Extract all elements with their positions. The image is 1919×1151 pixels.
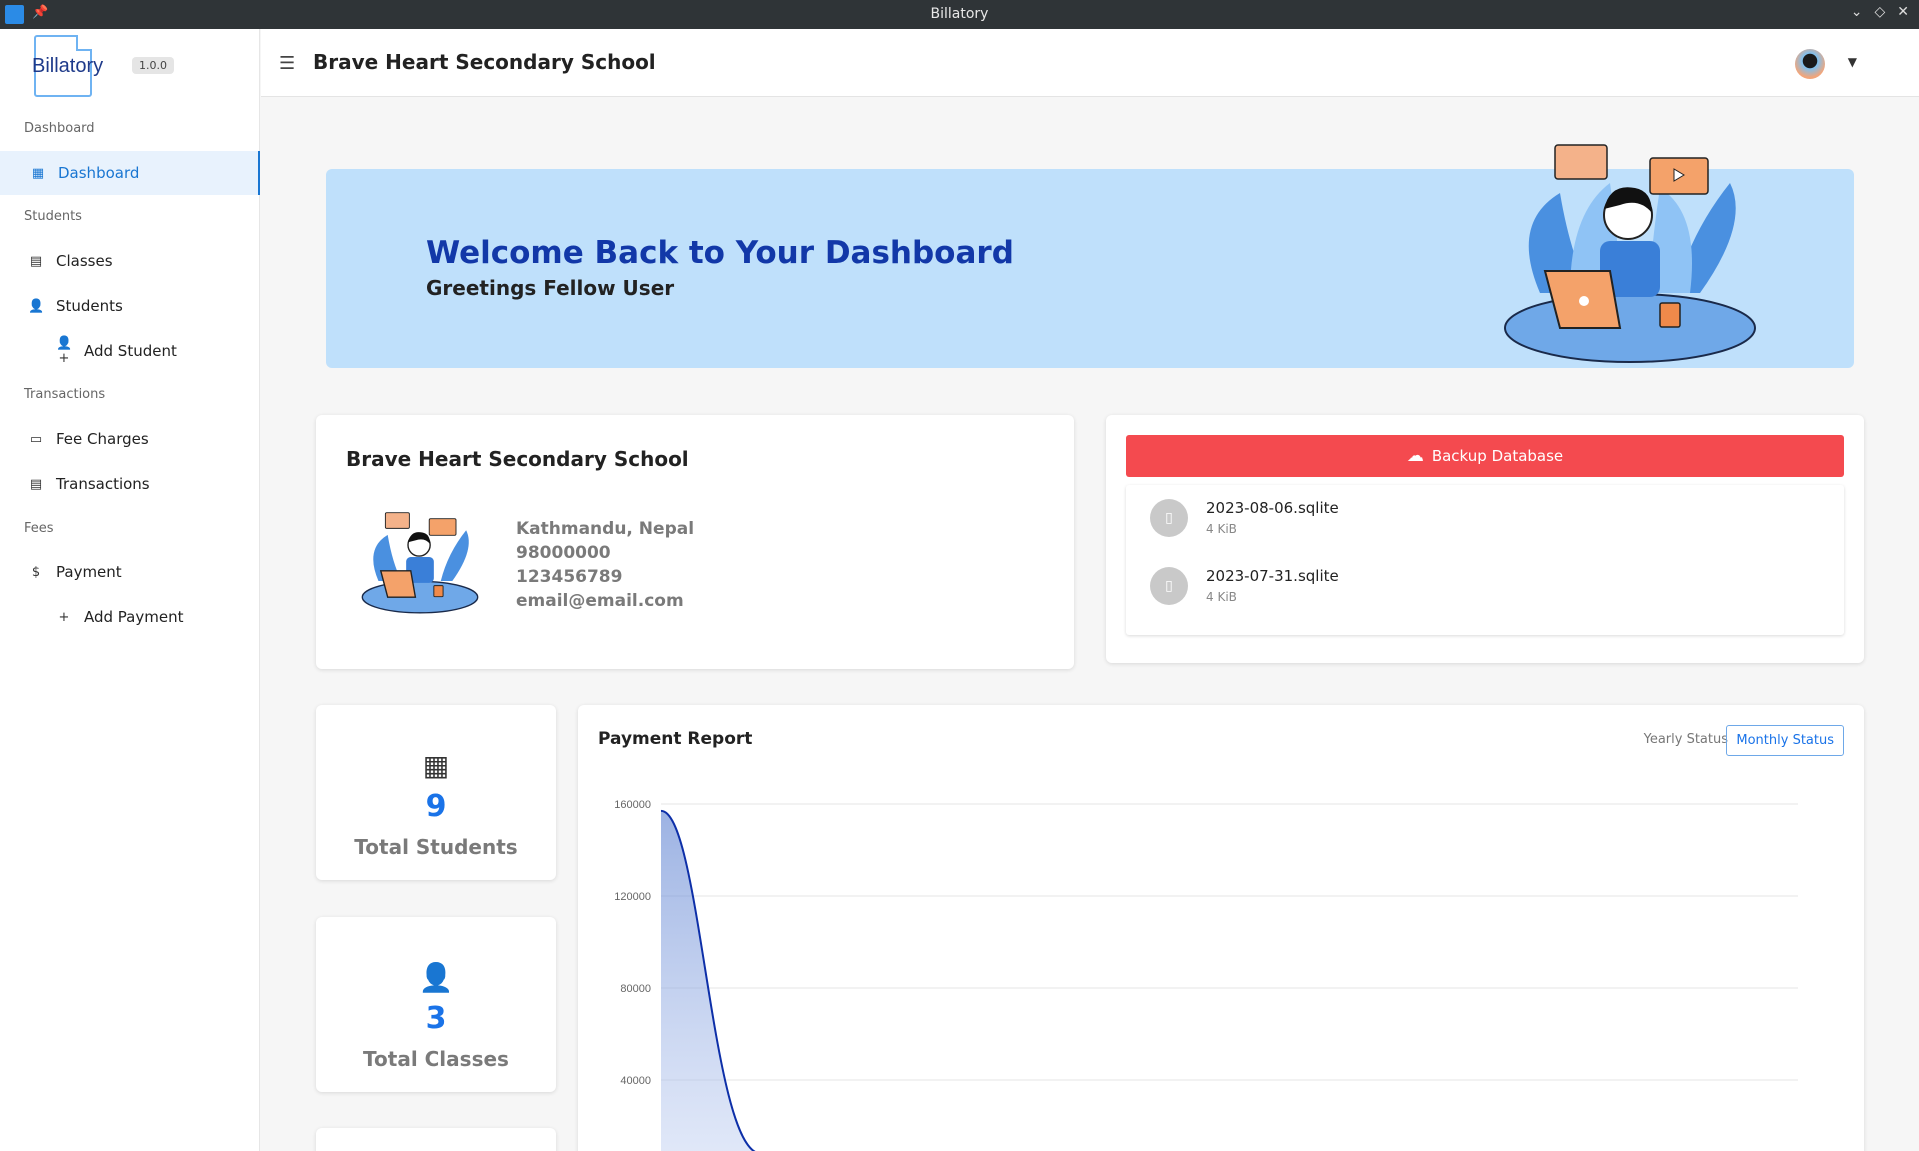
section-students: Students [24,209,82,224]
series-area [661,810,754,1151]
sidebar-item-label: Payment [56,563,122,581]
receipt-icon: ▤ [29,476,43,492]
y-tick-label: 80000 [620,983,651,995]
page-title: Brave Heart Secondary School [313,50,656,74]
sidebar-item-dashboard[interactable]: ▦ Dashboard [0,151,260,195]
section-fees: Fees [24,521,54,536]
total-classes-card: 👤 3 Total Classes [316,917,556,1092]
file-size: 4 KiB [1206,590,1237,604]
building-icon: ▦ [422,749,450,782]
list-item[interactable]: ▯ 2023-08-06.sqlite 4 KiB [1126,485,1844,545]
greeting-text: Greetings Fellow User [426,276,675,300]
sidebar-item-fee-charges[interactable]: ▭ Fee Charges [0,417,260,461]
total-students-label: Total Students [354,835,518,859]
section-dashboard: Dashboard [24,121,95,136]
school-card-title: Brave Heart Secondary School [346,447,689,471]
sidebar-item-label: Add Student [84,342,177,360]
cloud-upload-icon: ☁ [1406,446,1424,466]
sidebar-item-add-payment[interactable]: + Add Payment [0,595,260,639]
person-add-icon: 👤+ [56,336,73,366]
school-pan: 123456789 [516,567,623,587]
sidebar-item-classes[interactable]: ▤ Classes [0,239,260,283]
school-logo-illustration [361,512,479,614]
sidebar-item-label: Students [56,297,123,315]
list-item[interactable]: ▯ 2023-07-31.sqlite 4 KiB [1126,553,1844,613]
sidebar-item-label: Fee Charges [56,430,149,448]
payment-report-card: Payment Report Yearly Status Monthly Sta… [578,705,1864,1151]
sidebar-item-label: Transactions [56,475,150,493]
school-info-card: Brave Heart Secondary School Kathmandu, … [316,415,1074,669]
caret-down-icon[interactable]: ▼ [1848,55,1857,69]
top-header: ☰ Brave Heart Secondary School ▼ [261,29,1919,97]
sidebar-item-label: Classes [56,252,113,270]
total-students-card: ▦ 9 Total Students [316,705,556,880]
backup-file-list: ▯ 2023-08-06.sqlite 4 KiB ▯ 2023-07-31.s… [1126,485,1844,635]
person-icon: 👤 [418,961,454,994]
total-classes-label: Total Classes [363,1047,509,1071]
file-name: 2023-07-31.sqlite [1206,567,1339,585]
window-title: Billatory [930,6,989,22]
sidebar-item-students[interactable]: 👤 Students [0,284,260,328]
dashboard-icon: ▦ [31,165,45,181]
sidebar-item-label: Add Payment [84,608,184,626]
file-size: 4 KiB [1206,522,1237,536]
y-tick-label: 40000 [620,1075,651,1087]
card-icon: ▭ [29,431,43,447]
sidebar-item-payment[interactable]: $ Payment [0,550,260,594]
building-icon: ▤ [29,253,43,269]
total-classes-value: 3 [425,1001,447,1036]
window-titlebar: 📌 Billatory ⌄ ◇ ✕ [0,0,1919,29]
brand-logo[interactable]: Billatory [32,35,103,99]
file-icon: ▯ [1150,499,1188,537]
total-students-value: 9 [425,789,447,824]
file-name: 2023-08-06.sqlite [1206,499,1339,517]
welcome-heading: Welcome Back to Your Dashboard [426,235,1014,271]
backup-database-button[interactable]: ☁ Backup Database [1126,435,1844,477]
file-icon: ▯ [1150,567,1188,605]
backup-button-label: Backup Database [1431,447,1564,465]
close-icon[interactable]: ✕ [1897,4,1909,20]
payment-chart: 160000 120000 80000 40000 [614,799,1798,1151]
y-tick-label: 120000 [614,891,651,903]
person-icon: 👤 [28,298,45,314]
stat-card [316,1128,556,1151]
sidebar-item-transactions[interactable]: ▤ Transactions [0,462,260,506]
sidebar-item-add-student[interactable]: 👤+ Add Student [0,329,260,373]
section-transactions: Transactions [24,387,106,402]
dollar-icon: $ [31,564,41,580]
school-email: email@email.com [516,591,684,611]
version-badge: 1.0.0 [132,57,174,74]
brand-name: Billatory [32,55,104,77]
backup-card: ☁ Backup Database ▯ 2023-08-06.sqlite 4 … [1106,415,1864,663]
y-tick-label: 160000 [614,799,651,811]
school-address: Kathmandu, Nepal [516,519,695,539]
sidebar-item-label: Dashboard [58,164,140,182]
menu-toggle-icon[interactable]: ☰ [279,53,295,74]
minimize-icon[interactable]: ⌄ [1851,4,1863,20]
avatar[interactable] [1795,49,1825,79]
sidebar: Billatory 1.0.0 Dashboard ▦ Dashboard St… [0,29,260,1151]
maximize-icon[interactable]: ◇ [1874,4,1885,20]
plus-icon: + [58,609,70,625]
school-phone: 98000000 [516,543,611,563]
banner-illustration [1504,144,1756,363]
